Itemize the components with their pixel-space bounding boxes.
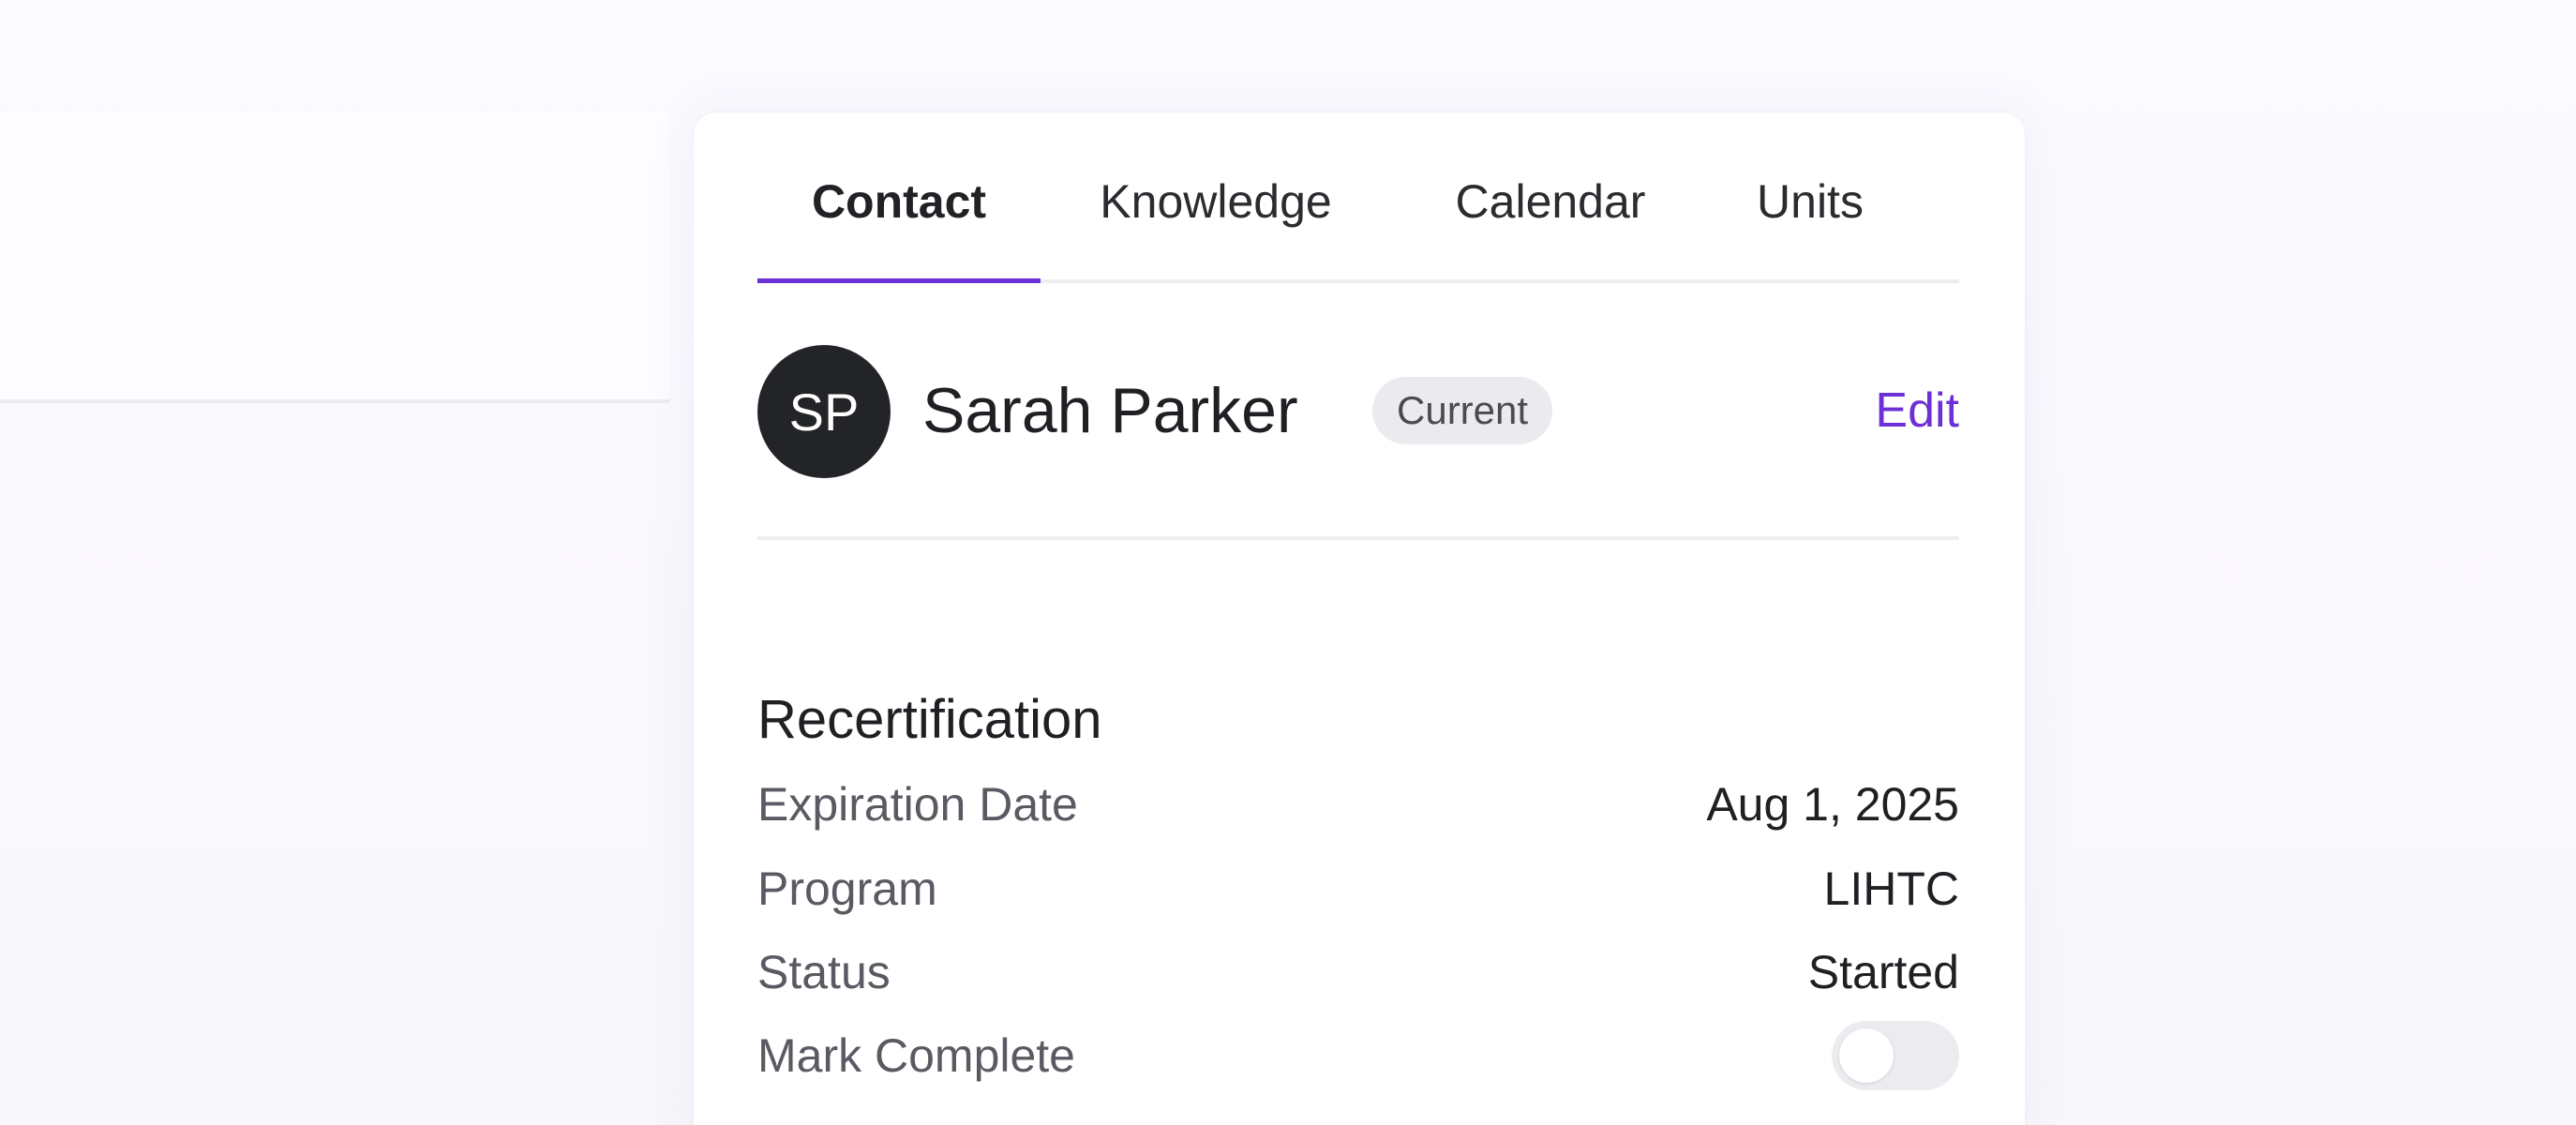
tab-contact[interactable]: Contact xyxy=(757,112,1041,283)
detail-value: Aug 1, 2025 xyxy=(1706,778,1959,831)
detail-value: Started xyxy=(1807,946,1959,998)
page: Contact Knowledge Calendar Units SP Sara… xyxy=(0,0,2576,1125)
detail-value: LIHTC xyxy=(1823,862,1959,915)
detail-row-status: Status Started xyxy=(757,935,1959,1010)
tab-units[interactable]: Units xyxy=(1710,112,1910,279)
section-divider xyxy=(757,536,1959,540)
contact-card: Contact Knowledge Calendar Units SP Sara… xyxy=(694,112,2025,1125)
background-divider xyxy=(0,399,669,403)
mark-complete-label: Mark Complete xyxy=(757,1029,1075,1082)
contact-header: SP Sarah Parker Current Edit xyxy=(757,345,1959,478)
detail-row-mark-complete: Mark Complete xyxy=(757,1018,1959,1093)
tab-knowledge[interactable]: Knowledge xyxy=(1041,112,1391,279)
contact-name: Sarah Parker xyxy=(922,375,1298,446)
tab-bar: Contact Knowledge Calendar Units xyxy=(757,112,1959,283)
tab-calendar[interactable]: Calendar xyxy=(1391,112,1710,279)
avatar: SP xyxy=(757,345,891,478)
detail-label: Status xyxy=(757,946,891,998)
detail-row-program: Program LIHTC xyxy=(757,851,1959,926)
detail-label: Program xyxy=(757,862,937,915)
edit-button[interactable]: Edit xyxy=(1875,375,1959,446)
mark-complete-toggle[interactable] xyxy=(1832,1021,1959,1090)
toggle-knob xyxy=(1839,1028,1894,1083)
detail-label: Expiration Date xyxy=(757,778,1078,831)
status-badge: Current xyxy=(1372,377,1553,444)
background-panel xyxy=(0,112,669,403)
detail-row-expiration-date: Expiration Date Aug 1, 2025 xyxy=(757,767,1959,842)
section-title-recertification: Recertification xyxy=(757,689,1102,750)
